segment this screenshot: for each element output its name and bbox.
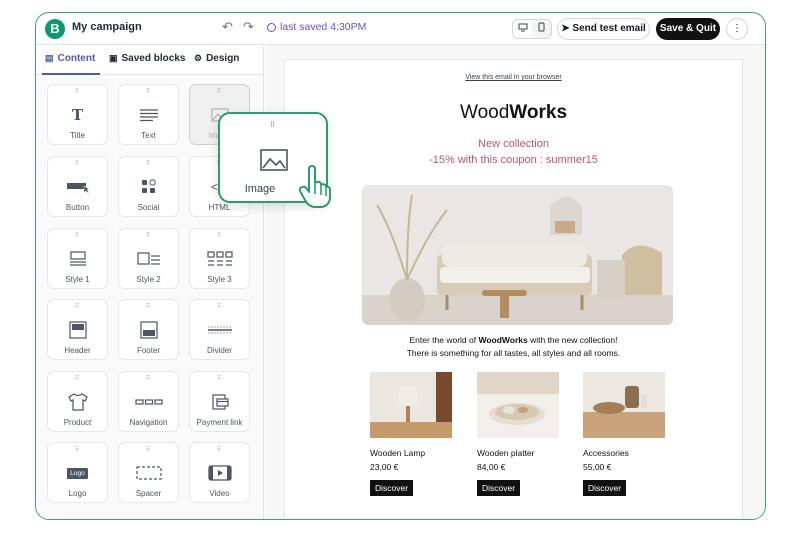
discover-button[interactable]: Discover bbox=[477, 480, 521, 496]
drag-handle-icon: ⠿ bbox=[216, 89, 223, 95]
content-icon: ▤ bbox=[45, 53, 54, 63]
device-toggle bbox=[512, 19, 552, 39]
hero-image[interactable] bbox=[362, 185, 673, 325]
drag-handle-icon: ⠿ bbox=[216, 376, 223, 382]
brevo-logo: B bbox=[45, 19, 65, 39]
drag-handle-icon: ⠿ bbox=[145, 161, 152, 167]
last-saved-text: last saved 4:30PM bbox=[280, 21, 367, 33]
app-frame: B My campaign ↶ ↷ last saved 4:30PM ➤ Se… bbox=[35, 12, 766, 520]
product-image-accessories bbox=[583, 372, 665, 438]
drag-handle-icon: ⠿ bbox=[216, 304, 223, 310]
tshirt-icon bbox=[48, 392, 107, 412]
email-canvas: View this email in your browser WoodWork… bbox=[265, 45, 765, 519]
tab-design[interactable]: ⚙ Design bbox=[194, 53, 239, 64]
intro-text[interactable]: Enter the world of WoodWorks with the ne… bbox=[285, 334, 742, 360]
product-card[interactable]: Accessories 55,00 € Discover bbox=[583, 372, 673, 496]
social-icon bbox=[119, 177, 178, 197]
drag-handle-icon: ⠿ bbox=[74, 233, 81, 239]
last-saved-status: last saved 4:30PM bbox=[267, 21, 366, 33]
gear-icon: ⚙ bbox=[194, 53, 203, 63]
block-product[interactable]: ⠿ Product bbox=[47, 371, 108, 432]
drag-handle-icon: ⠿ bbox=[216, 447, 223, 453]
save-and-quit-button[interactable]: Save & Quit bbox=[656, 18, 720, 40]
send-icon: ➤ bbox=[561, 23, 570, 34]
active-tab-indicator bbox=[42, 73, 100, 75]
text-icon bbox=[119, 105, 178, 125]
tab-content[interactable]: ▤ Content bbox=[45, 53, 95, 64]
hand-cursor-icon bbox=[298, 165, 332, 214]
product-card[interactable]: Wooden platter 84,00 € Discover bbox=[477, 372, 567, 496]
layout-style-3-icon bbox=[190, 249, 249, 269]
drag-handle-icon: ⠿ bbox=[216, 233, 223, 239]
discover-button[interactable]: Discover bbox=[583, 480, 627, 496]
tab-saved-blocks[interactable]: ▣ Saved blocks bbox=[109, 53, 185, 64]
footer-icon bbox=[119, 320, 178, 340]
divider-icon bbox=[190, 320, 249, 340]
image-icon bbox=[260, 149, 288, 176]
block-title[interactable]: ⠿ T Title bbox=[47, 84, 108, 145]
desktop-icon[interactable] bbox=[513, 20, 532, 38]
drag-handle-icon: ⠿ bbox=[74, 447, 81, 453]
payment-icon bbox=[190, 392, 249, 412]
block-style-1[interactable]: ⠿ Style 1 bbox=[47, 228, 108, 289]
block-button[interactable]: ⠿ Button bbox=[47, 156, 108, 217]
more-options-icon[interactable]: ⋮ bbox=[726, 18, 748, 40]
block-style-2[interactable]: ⠿ Style 2 bbox=[118, 228, 179, 289]
campaign-title[interactable]: My campaign bbox=[72, 21, 142, 33]
drag-handle-icon: ⠿ bbox=[145, 447, 152, 453]
block-payment-link[interactable]: ⠿ Payment link bbox=[189, 371, 250, 432]
drag-handle-icon: ⠿ bbox=[74, 89, 81, 95]
button-icon bbox=[48, 177, 107, 197]
sidebar-tabs: ▤ Content ▣ Saved blocks ⚙ Design bbox=[36, 45, 263, 75]
drag-handle-icon: ⠿ bbox=[145, 304, 152, 310]
clock-icon bbox=[267, 22, 276, 32]
spacer-icon bbox=[119, 463, 178, 483]
headline[interactable]: New collection bbox=[285, 138, 742, 150]
top-bar: B My campaign ↶ ↷ last saved 4:30PM ➤ Se… bbox=[36, 13, 765, 45]
drag-handle-icon: ⠿ bbox=[74, 161, 81, 167]
drag-handle-icon: ⠿ bbox=[145, 89, 152, 95]
product-image-platter bbox=[477, 372, 559, 438]
navigation-icon bbox=[119, 392, 178, 412]
undo-icon[interactable]: ↶ bbox=[222, 19, 233, 35]
view-in-browser-link[interactable]: View this email in your browser bbox=[285, 74, 742, 81]
drag-handle-icon: ⠿ bbox=[74, 376, 81, 382]
video-icon bbox=[190, 463, 249, 483]
layout-style-1-icon bbox=[48, 249, 107, 269]
product-card[interactable]: Wooden Lamp 23,00 € Discover bbox=[370, 372, 460, 496]
save-icon: ▣ bbox=[109, 53, 118, 63]
product-image-lamp bbox=[370, 372, 452, 438]
header-icon bbox=[48, 320, 107, 340]
drag-handle-icon: ⠿ bbox=[269, 122, 277, 129]
block-divider[interactable]: ⠿ Divider bbox=[189, 299, 250, 360]
mobile-icon[interactable] bbox=[532, 20, 551, 38]
coupon-text[interactable]: -15% with this coupon : summer15 bbox=[285, 154, 742, 166]
block-header[interactable]: ⠿ Header bbox=[47, 299, 108, 360]
block-video[interactable]: ⠿ Video bbox=[189, 442, 250, 503]
brand-title[interactable]: WoodWorks bbox=[285, 102, 742, 124]
send-test-email-button[interactable]: ➤ Send test email bbox=[557, 18, 650, 40]
block-style-3[interactable]: ⠿ Style 3 bbox=[189, 228, 250, 289]
drag-handle-icon: ⠿ bbox=[74, 304, 81, 310]
drag-handle-icon: ⠿ bbox=[145, 233, 152, 239]
block-footer[interactable]: ⠿ Footer bbox=[118, 299, 179, 360]
logo-badge-icon: Logo bbox=[48, 463, 107, 483]
block-logo[interactable]: ⠿ Logo Logo bbox=[47, 442, 108, 503]
block-text[interactable]: ⠿ Text bbox=[118, 84, 179, 145]
block-navigation[interactable]: ⠿ Navigation bbox=[118, 371, 179, 432]
layout-style-2-icon bbox=[119, 249, 178, 269]
block-spacer[interactable]: ⠿ Spacer bbox=[118, 442, 179, 503]
title-icon: T bbox=[71, 106, 84, 124]
email-preview[interactable]: View this email in your browser WoodWork… bbox=[284, 59, 743, 519]
block-social[interactable]: ⠿ Social bbox=[118, 156, 179, 217]
drag-handle-icon: ⠿ bbox=[145, 376, 152, 382]
redo-icon[interactable]: ↷ bbox=[243, 19, 254, 35]
discover-button[interactable]: Discover bbox=[370, 480, 414, 496]
